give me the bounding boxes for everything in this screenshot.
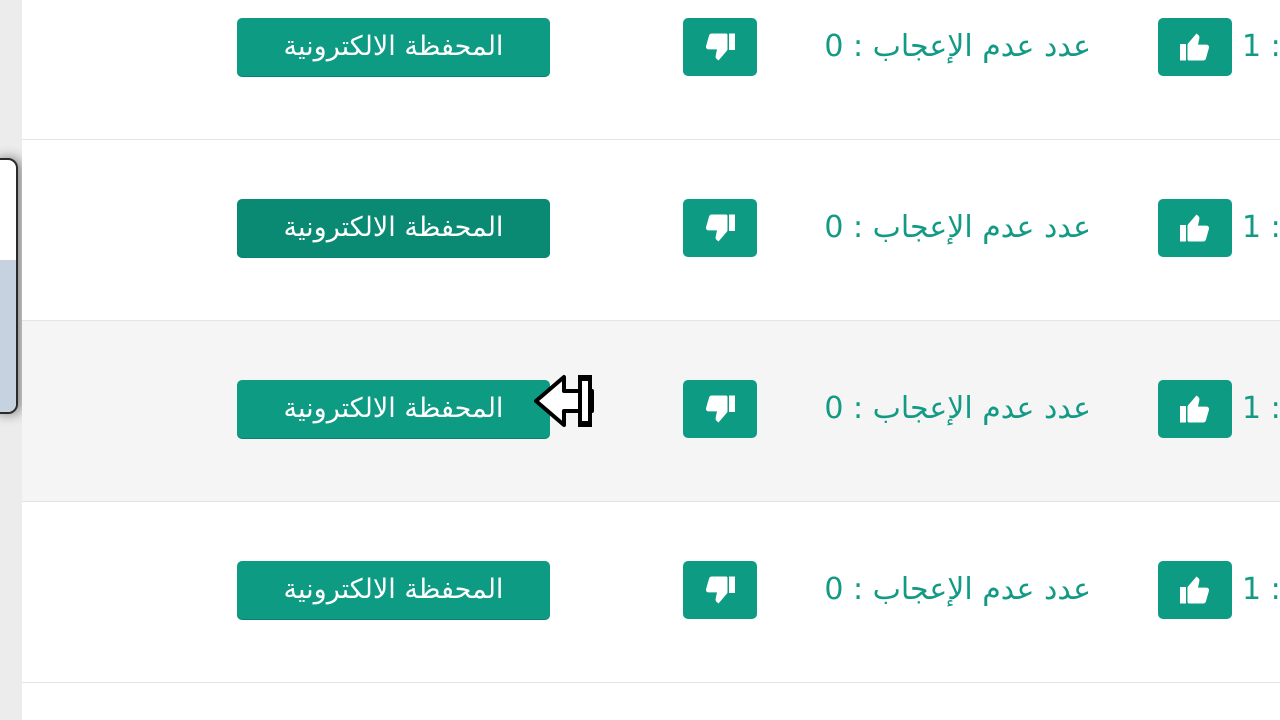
like-count: 1 : <box>1242 572 1280 607</box>
e-wallet-button[interactable]: المحفظة الالكترونية <box>237 561 550 619</box>
dislike-button[interactable] <box>683 18 757 76</box>
dislike-count: عدد عدم الإعجاب : 0 <box>824 391 1091 426</box>
screen: المحفظة الالكترونية عدد عدم الإعجاب : 0 … <box>0 0 1280 720</box>
content-panel: المحفظة الالكترونية عدد عدم الإعجاب : 0 … <box>22 0 1280 720</box>
thumbs-down-icon <box>705 576 735 604</box>
dislike-count: عدد عدم الإعجاب : 0 <box>824 210 1091 245</box>
thumbs-down-icon <box>705 395 735 423</box>
thumbs-up-icon <box>1180 214 1210 242</box>
like-button[interactable] <box>1158 18 1232 76</box>
like-count: 1 : <box>1242 29 1280 64</box>
dislike-count: عدد عدم الإعجاب : 0 <box>824 572 1091 607</box>
thumbs-up-icon <box>1180 33 1210 61</box>
thumbs-down-icon <box>705 214 735 242</box>
dislike-button[interactable] <box>683 561 757 619</box>
dislike-button[interactable] <box>683 199 757 257</box>
side-panel-tab-lower <box>0 260 16 412</box>
e-wallet-button[interactable]: المحفظة الالكترونية <box>237 18 550 76</box>
list-item: المحفظة الالكترونية عدد عدم الإعجاب : 0 … <box>22 502 1280 683</box>
list-item: المحفظة الالكترونية عدد عدم الإعجاب : 0 … <box>22 321 1280 502</box>
side-panel-tab[interactable] <box>0 158 18 414</box>
list-item: المحفظة الالكترونية عدد عدم الإعجاب : 0 … <box>22 0 1280 140</box>
like-button[interactable] <box>1158 561 1232 619</box>
dislike-button[interactable] <box>683 380 757 438</box>
thumbs-up-icon <box>1180 395 1210 423</box>
like-count: 1 : <box>1242 210 1280 245</box>
thumbs-up-icon <box>1180 576 1210 604</box>
like-count: 1 : <box>1242 391 1280 426</box>
thumbs-down-icon <box>705 33 735 61</box>
like-button[interactable] <box>1158 199 1232 257</box>
e-wallet-button[interactable]: المحفظة الالكترونية <box>237 380 550 438</box>
like-button[interactable] <box>1158 380 1232 438</box>
dislike-count: عدد عدم الإعجاب : 0 <box>824 29 1091 64</box>
e-wallet-button[interactable]: المحفظة الالكترونية <box>237 199 550 257</box>
list-item: المحفظة الالكترونية عدد عدم الإعجاب : 0 … <box>22 140 1280 321</box>
